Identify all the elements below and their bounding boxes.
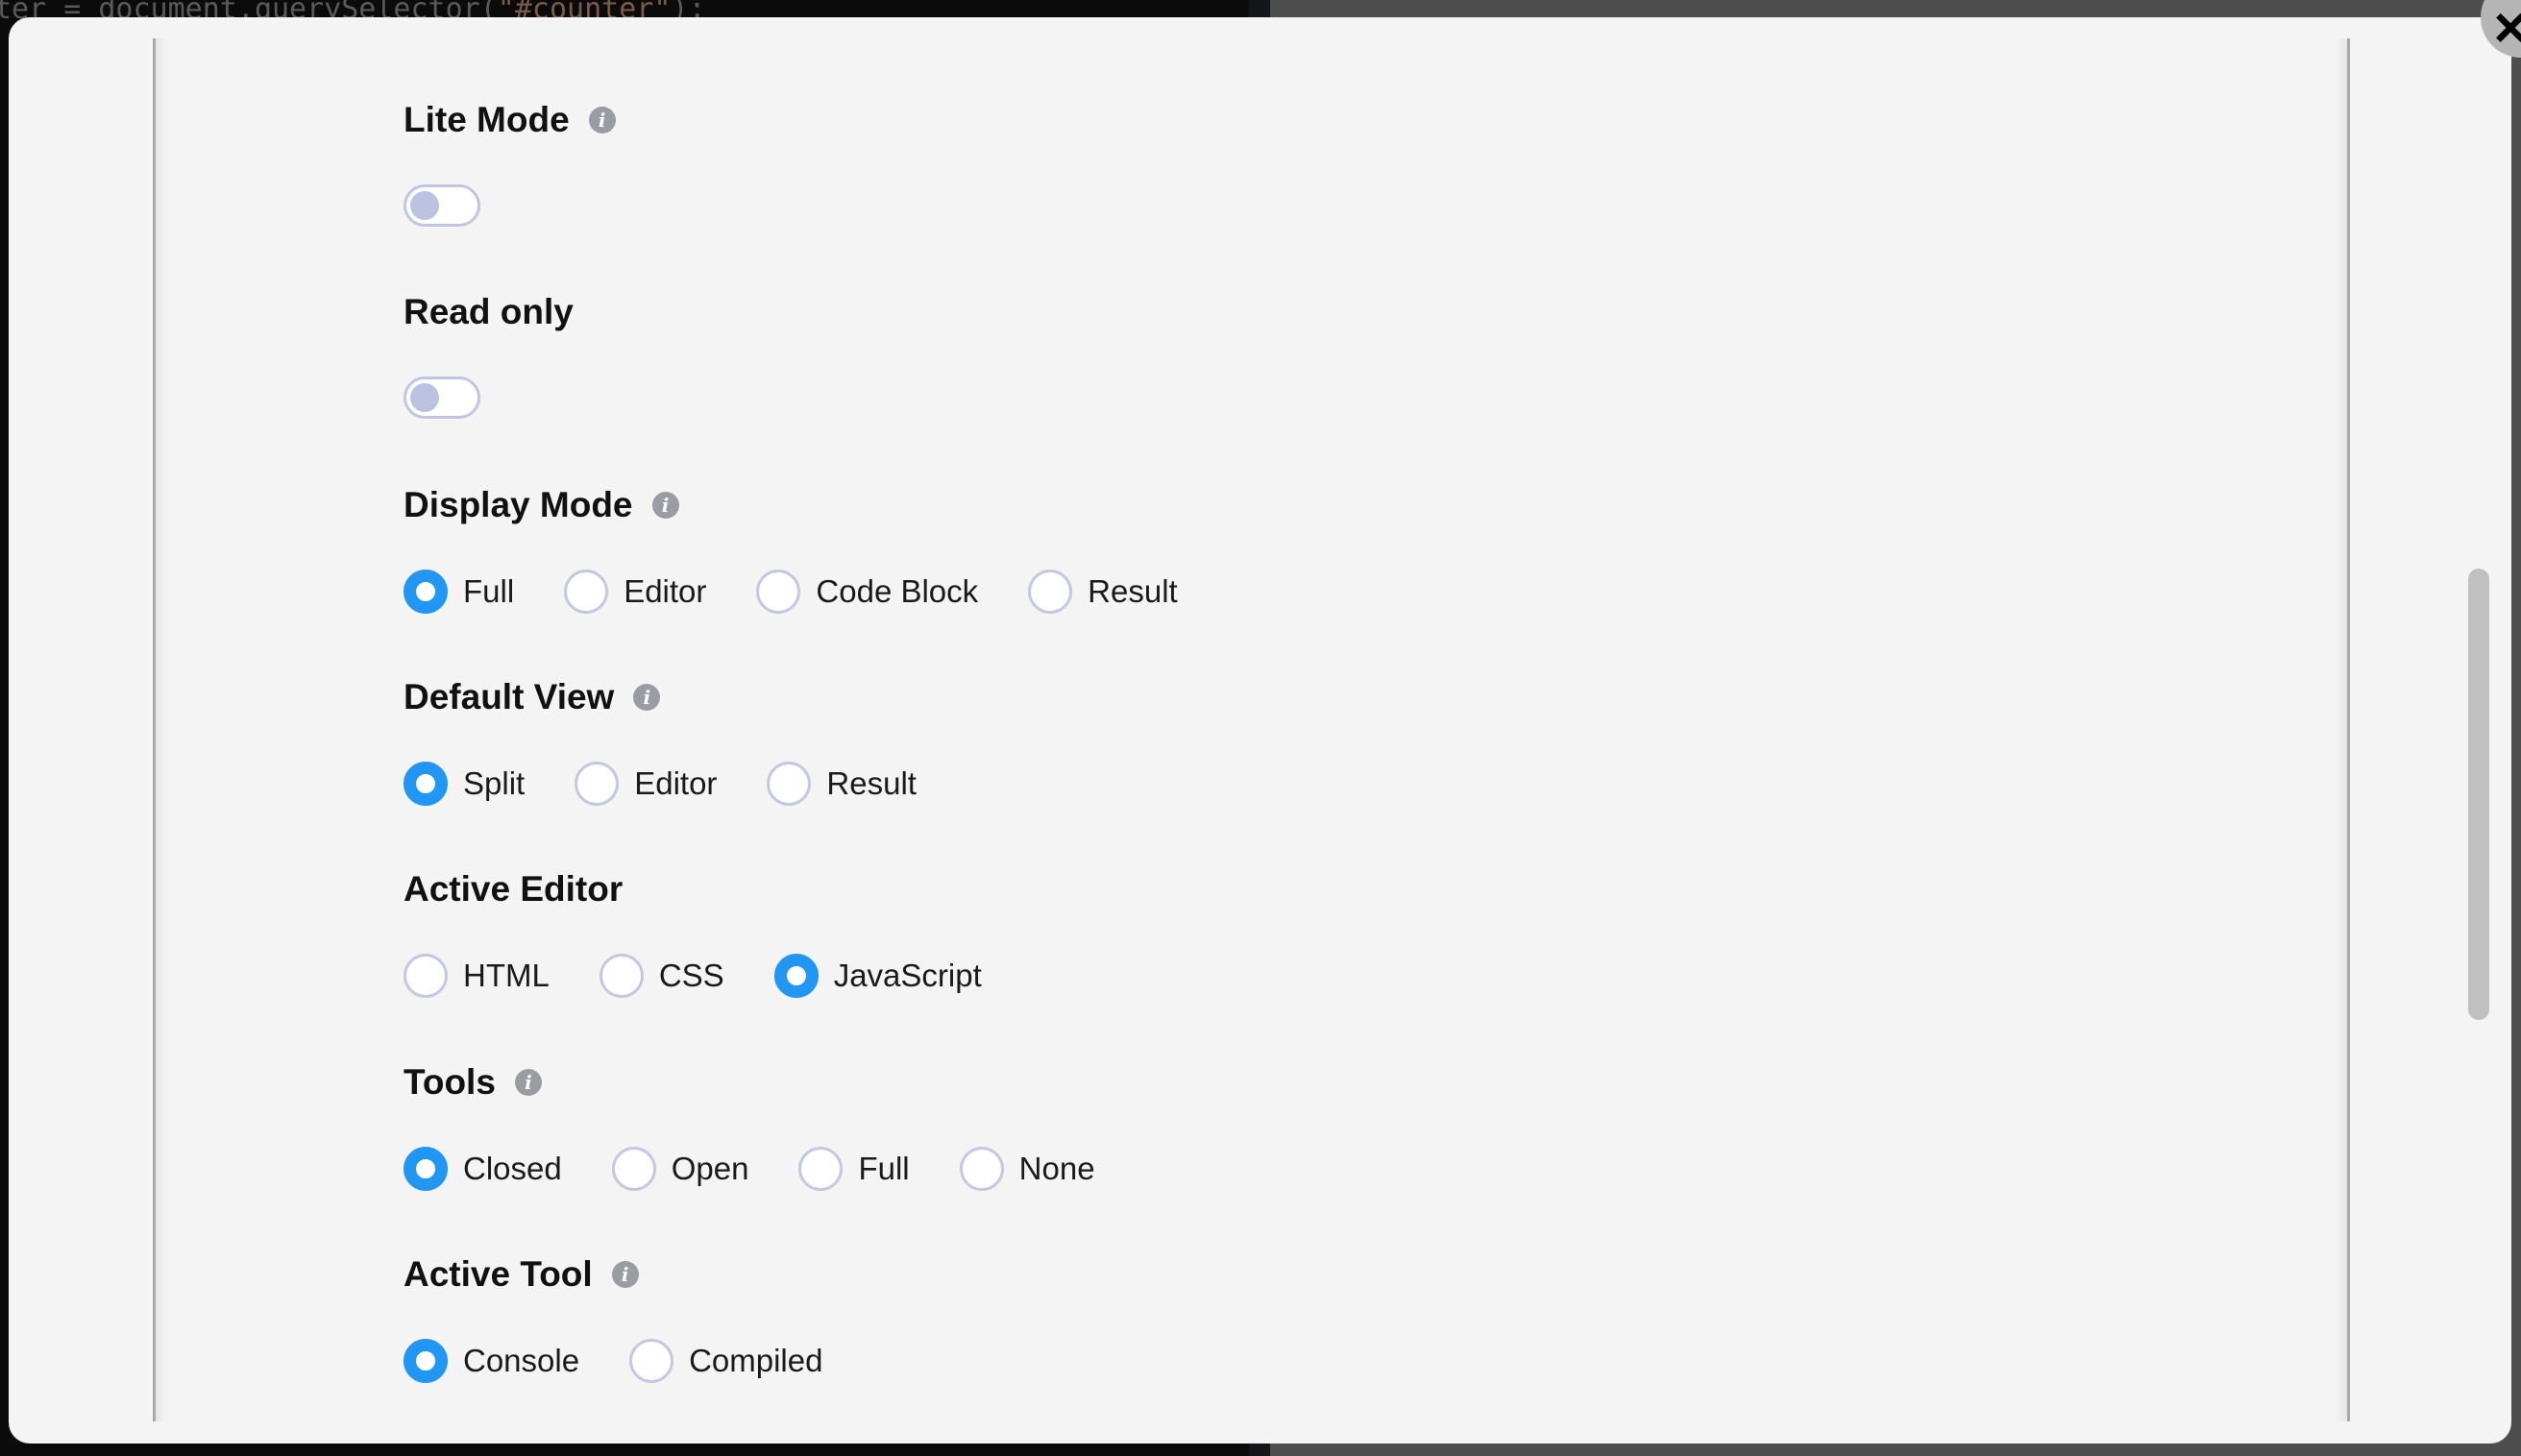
radio-button[interactable] bbox=[564, 570, 609, 614]
radio-option-split[interactable]: Split bbox=[404, 762, 525, 806]
info-icon[interactable]: i bbox=[633, 684, 661, 711]
lite-mode-toggle[interactable] bbox=[404, 184, 480, 227]
radio-button[interactable] bbox=[404, 1147, 448, 1191]
radio-option-full[interactable]: Full bbox=[798, 1147, 910, 1191]
radio-label: None bbox=[1018, 1151, 1095, 1186]
radio-option-compiled[interactable]: Compiled bbox=[629, 1339, 822, 1383]
close-icon: × bbox=[2493, 0, 2521, 60]
radio-label: Console bbox=[463, 1343, 580, 1378]
radio-button[interactable] bbox=[773, 954, 819, 998]
settings-modal: Lite Mode i Read only Display Mode i Ful… bbox=[9, 17, 2511, 1444]
info-icon[interactable]: i bbox=[588, 107, 616, 133]
scrollbar-thumb[interactable] bbox=[2468, 569, 2489, 1020]
default-view-label: Default View bbox=[404, 677, 615, 716]
toggle-knob bbox=[410, 383, 439, 412]
field-read-only: Read only bbox=[404, 288, 574, 419]
default-view-options: Split Editor Result bbox=[404, 762, 967, 806]
radio-button[interactable] bbox=[798, 1147, 844, 1191]
toggle-knob bbox=[410, 191, 439, 220]
radio-option-none[interactable]: None bbox=[959, 1147, 1095, 1191]
active-editor-label: Active Editor bbox=[404, 869, 624, 909]
radio-button[interactable] bbox=[629, 1339, 674, 1383]
radio-label: Editor bbox=[624, 573, 707, 609]
active-tool-options: Console Compiled bbox=[404, 1339, 872, 1383]
info-icon[interactable]: i bbox=[514, 1069, 542, 1096]
read-only-label: Read only bbox=[404, 292, 574, 331]
radio-option-editor[interactable]: Editor bbox=[575, 762, 717, 806]
radio-label: Code Block bbox=[816, 573, 979, 609]
field-label: Active Editor bbox=[404, 865, 623, 913]
radio-option-html[interactable]: HTML bbox=[404, 954, 550, 998]
field-label: Active Tool i bbox=[404, 1250, 639, 1298]
field-label: Tools i bbox=[404, 1058, 542, 1106]
radio-option-result[interactable]: Result bbox=[767, 762, 917, 806]
field-label: Read only bbox=[404, 288, 574, 336]
radio-button[interactable] bbox=[404, 762, 448, 806]
radio-label: Split bbox=[463, 765, 526, 801]
radio-option-result[interactable]: Result bbox=[1028, 570, 1178, 614]
radio-button[interactable] bbox=[575, 762, 620, 806]
info-icon[interactable]: i bbox=[611, 1261, 639, 1288]
lite-mode-label: Lite Mode bbox=[404, 100, 570, 139]
radio-button[interactable] bbox=[1028, 570, 1073, 614]
radio-option-console[interactable]: Console bbox=[404, 1339, 579, 1383]
settings-panel: Lite Mode i Read only Display Mode i Ful… bbox=[153, 38, 2350, 1421]
radio-option-full[interactable]: Full bbox=[404, 570, 514, 614]
radio-label: CSS bbox=[658, 958, 724, 993]
radio-option-javascript[interactable]: JavaScript bbox=[773, 954, 982, 998]
radio-button[interactable] bbox=[959, 1147, 1004, 1191]
field-label: Display Mode i bbox=[404, 481, 679, 529]
radio-label: Result bbox=[1088, 573, 1178, 609]
radio-label: Editor bbox=[634, 765, 718, 801]
tools-label: Tools bbox=[404, 1062, 496, 1102]
display-mode-options: Full Editor Code Block Result bbox=[404, 570, 1228, 614]
field-lite-mode: Lite Mode i bbox=[404, 96, 616, 227]
radio-button[interactable] bbox=[404, 570, 448, 614]
radio-button[interactable] bbox=[404, 1339, 448, 1383]
radio-label: Full bbox=[858, 1151, 910, 1186]
field-default-view: Default View i Split Editor Result bbox=[404, 673, 917, 806]
radio-button[interactable] bbox=[599, 954, 644, 998]
radio-label: Result bbox=[826, 765, 917, 801]
field-label: Lite Mode i bbox=[404, 96, 616, 144]
active-tool-label: Active Tool bbox=[404, 1254, 593, 1294]
radio-option-editor[interactable]: Editor bbox=[564, 570, 706, 614]
field-label: Default View i bbox=[404, 673, 661, 721]
radio-button[interactable] bbox=[767, 762, 812, 806]
info-icon[interactable]: i bbox=[651, 492, 679, 519]
tools-options: Closed Open Full None bbox=[404, 1147, 1145, 1191]
field-tools: Tools i Closed Open Full None bbox=[404, 1058, 1095, 1191]
radio-label: Full bbox=[463, 573, 515, 609]
radio-button[interactable] bbox=[404, 954, 448, 998]
field-active-tool: Active Tool i Console Compiled bbox=[404, 1250, 822, 1383]
radio-button[interactable] bbox=[611, 1147, 656, 1191]
radio-button[interactable] bbox=[756, 570, 801, 614]
display-mode-label: Display Mode bbox=[404, 485, 633, 524]
field-display-mode: Display Mode i Full Editor Code Block Re… bbox=[404, 481, 1178, 614]
read-only-toggle[interactable] bbox=[404, 376, 480, 419]
radio-label: Closed bbox=[463, 1151, 562, 1186]
radio-option-code-block[interactable]: Code Block bbox=[756, 570, 978, 614]
field-active-editor: Active Editor HTML CSS JavaScript bbox=[404, 865, 982, 998]
radio-option-closed[interactable]: Closed bbox=[404, 1147, 562, 1191]
radio-option-open[interactable]: Open bbox=[611, 1147, 749, 1191]
radio-label: JavaScript bbox=[833, 958, 982, 993]
active-editor-options: HTML CSS JavaScript bbox=[404, 954, 1032, 998]
radio-label: Compiled bbox=[689, 1343, 823, 1378]
radio-label: Open bbox=[671, 1151, 749, 1186]
radio-option-css[interactable]: CSS bbox=[599, 954, 724, 998]
radio-label: HTML bbox=[463, 958, 550, 993]
